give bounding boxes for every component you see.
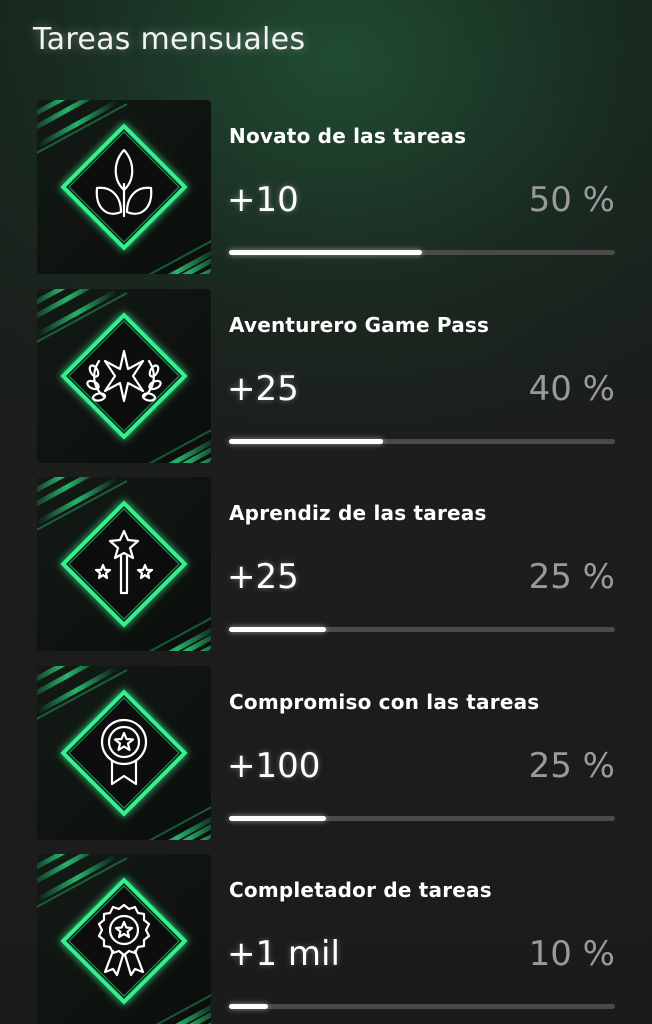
- task-percent: 50 %: [528, 180, 615, 220]
- progress-bar: [229, 250, 615, 255]
- task-points: +10: [227, 180, 299, 220]
- progress-fill: [229, 1004, 268, 1009]
- task-card-novato[interactable]: Novato de las tareas +10 50 %: [37, 100, 627, 274]
- task-card-aventurero[interactable]: Aventurero Game Pass +25 40 %: [37, 289, 627, 463]
- task-tile: [37, 477, 211, 651]
- task-percent: 25 %: [528, 746, 615, 786]
- magic-wand-icon: [37, 477, 211, 651]
- task-name: Aprendiz de las tareas: [229, 501, 487, 525]
- task-points: +25: [227, 557, 299, 597]
- task-card-compromiso[interactable]: Compromiso con las tareas +100 25 %: [37, 666, 627, 840]
- task-percent: 25 %: [528, 557, 615, 597]
- progress-fill: [229, 250, 422, 255]
- page-title: Tareas mensuales: [33, 22, 306, 57]
- sprout-icon: [37, 100, 211, 274]
- task-points: +25: [227, 369, 299, 409]
- progress-fill: [229, 439, 384, 444]
- task-name: Completador de tareas: [229, 878, 492, 902]
- task-card-completador[interactable]: Completador de tareas +1 mil 10 %: [37, 854, 627, 1024]
- task-tile: [37, 289, 211, 463]
- progress-fill: [229, 627, 326, 632]
- progress-bar: [229, 816, 615, 821]
- progress-bar: [229, 627, 615, 632]
- task-name: Compromiso con las tareas: [229, 690, 540, 714]
- progress-fill: [229, 816, 326, 821]
- task-percent: 40 %: [528, 369, 615, 409]
- rosette-award-icon: [37, 854, 211, 1024]
- medal-ribbon-icon: [37, 666, 211, 840]
- task-points: +100: [227, 746, 321, 786]
- progress-bar: [229, 439, 615, 444]
- task-percent: 10 %: [528, 934, 615, 974]
- task-name: Novato de las tareas: [229, 124, 467, 148]
- task-tile: [37, 666, 211, 840]
- task-card-aprendiz[interactable]: Aprendiz de las tareas +25 25 %: [37, 477, 627, 651]
- task-tile: [37, 854, 211, 1024]
- task-name: Aventurero Game Pass: [229, 313, 490, 337]
- task-tile: [37, 100, 211, 274]
- task-points: +1 mil: [227, 934, 340, 974]
- progress-bar: [229, 1004, 615, 1009]
- star-laurel-icon: [37, 289, 211, 463]
